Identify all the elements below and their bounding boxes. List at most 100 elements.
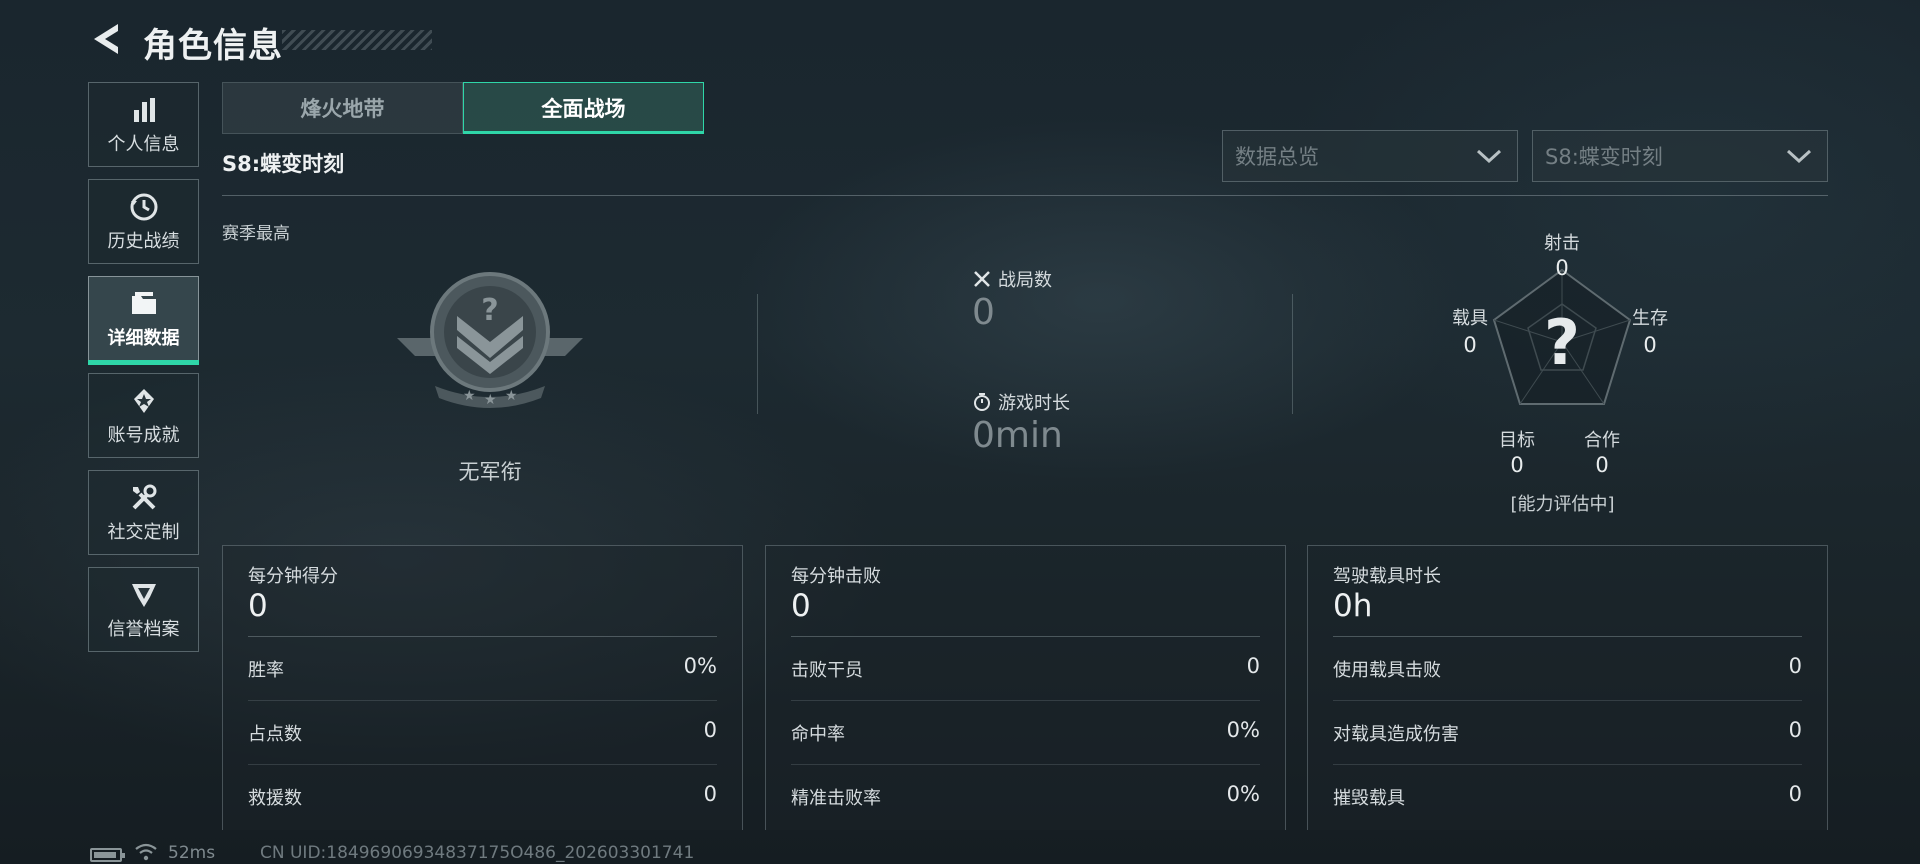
sidebar-item-label: 信誉档案 — [107, 618, 180, 640]
svg-text:★: ★ — [463, 388, 476, 404]
chevron-down-icon — [1476, 149, 1502, 164]
section-divider — [757, 294, 758, 414]
panel-head-label: 驾驶载具时长 — [1333, 566, 1441, 587]
season-title: S8:蝶变时刻 — [222, 152, 345, 176]
stat-row-value: 0% — [1226, 782, 1260, 806]
panel-head-value: 0h — [1333, 588, 1373, 624]
radar-survival-label: 生存 — [1632, 308, 1668, 329]
panel-divider — [1333, 700, 1802, 701]
radar-cooperation-value: 0 — [1595, 453, 1609, 477]
crossed-swords-icon — [974, 271, 990, 287]
stat-row-label: 命中率 — [791, 724, 845, 745]
matches-label: 战局数 — [972, 266, 1052, 292]
panel-head-value: 0 — [248, 588, 268, 624]
sidebar-item-achievements[interactable]: 账号成就 — [88, 373, 199, 458]
chevron-down-icon — [1786, 149, 1812, 164]
panel-divider — [791, 764, 1260, 765]
radar-vehicle-value: 0 — [1463, 333, 1477, 357]
tab-warzone[interactable]: 烽火地带 — [222, 82, 463, 134]
title-decoration — [282, 30, 432, 50]
panel-head-label: 每分钟得分 — [248, 566, 338, 587]
stat-row-label: 使用载具击败 — [1333, 660, 1441, 681]
radar-objective-label: 目标 — [1499, 430, 1535, 451]
data-view-dropdown-value: 数据总览 — [1235, 145, 1319, 169]
stat-row-label: 精准击败率 — [791, 788, 881, 809]
sidebar-item-label: 社交定制 — [107, 521, 180, 543]
user-uid: CN UID:18496906934837175O486_20260330174… — [260, 843, 695, 863]
folder-icon — [131, 291, 156, 314]
stat-row-value: 0 — [1788, 782, 1802, 806]
rank-unknown-mark: ? — [481, 293, 498, 328]
stat-row-label: 占点数 — [248, 724, 302, 745]
rank-name: 无军衔 — [458, 460, 522, 484]
sidebar-item-reputation[interactable]: 信誉档案 — [88, 567, 199, 652]
sidebar-item-label: 详细数据 — [107, 327, 180, 349]
section-divider — [1292, 294, 1293, 414]
bar-chart-icon — [133, 97, 155, 122]
panel-head-value: 0 — [791, 588, 811, 624]
radar-unknown-mark: ? — [1544, 306, 1580, 379]
stat-row-label: 摧毁载具 — [1333, 788, 1405, 809]
stat-row-label: 救援数 — [248, 788, 302, 809]
season-dropdown[interactable]: S8:蝶变时刻 — [1532, 130, 1828, 182]
stat-row-value: 0 — [703, 718, 717, 742]
panel-divider — [1333, 764, 1802, 765]
matches-value: 0 — [972, 292, 995, 333]
radar-status: [能力评估中] — [1510, 494, 1615, 515]
network-ping: 52ms — [168, 843, 216, 863]
stat-row-value: 0 — [703, 782, 717, 806]
matches-label-text: 战局数 — [998, 270, 1052, 291]
stat-row-label: 击败干员 — [791, 660, 863, 681]
combat-stats-panel: 每分钟击败 0 击败干员 0 命中率 0% 精准击败率 0% — [765, 545, 1286, 830]
radar-objective-value: 0 — [1510, 453, 1524, 477]
medal-icon — [133, 388, 154, 413]
panel-divider — [1333, 636, 1802, 637]
stat-row-value: 0% — [1226, 718, 1260, 742]
rank-badge-icon: ? ★ ★ ★ — [397, 272, 583, 408]
history-clock-icon — [130, 193, 157, 220]
panel-divider — [791, 700, 1260, 701]
radar-vehicle-label: 载具 — [1452, 308, 1488, 329]
wifi-icon — [135, 843, 157, 861]
data-view-dropdown[interactable]: 数据总览 — [1222, 130, 1518, 182]
panel-divider — [791, 636, 1260, 637]
stat-row-value: 0 — [1246, 654, 1260, 678]
stat-row-value: 0% — [683, 654, 717, 678]
playtime-value: 0min — [972, 415, 1063, 456]
tools-icon — [132, 484, 156, 509]
header-divider — [222, 195, 1828, 196]
back-arrow-icon[interactable] — [88, 20, 124, 58]
page-title: 角色信息 — [143, 26, 283, 66]
playtime-label: 游戏时长 — [972, 389, 1070, 415]
sidebar-item-social[interactable]: 社交定制 — [88, 470, 199, 555]
battery-icon — [90, 848, 125, 862]
svg-text:★: ★ — [505, 388, 518, 404]
season-dropdown-value: S8:蝶变时刻 — [1545, 145, 1663, 169]
radar-shooting-value: 0 — [1555, 256, 1569, 280]
stat-row-value: 0 — [1788, 654, 1802, 678]
radar-shooting-label: 射击 — [1544, 233, 1580, 254]
vehicle-stats-panel: 驾驶载具时长 0h 使用载具击败 0 对载具造成伤害 0 摧毁载具 0 — [1307, 545, 1828, 830]
stat-row-label: 对载具造成伤害 — [1333, 724, 1459, 745]
panel-head-label: 每分钟击败 — [791, 566, 881, 587]
panel-divider — [248, 636, 717, 637]
shield-emblem-icon — [131, 583, 156, 607]
sidebar-item-detailed-data[interactable]: 详细数据 — [88, 276, 199, 365]
sidebar-item-label: 账号成就 — [107, 424, 180, 446]
stat-row-value: 0 — [1788, 718, 1802, 742]
season-best-label: 赛季最高 — [222, 224, 290, 244]
sidebar-item-label: 历史战绩 — [107, 230, 180, 252]
tab-all-out-war[interactable]: 全面战场 — [463, 82, 704, 134]
score-stats-panel: 每分钟得分 0 胜率 0% 占点数 0 救援数 0 — [222, 545, 743, 830]
playtime-label-text: 游戏时长 — [998, 393, 1070, 414]
panel-divider — [248, 764, 717, 765]
sidebar-item-personal-info[interactable]: 个人信息 — [88, 82, 199, 167]
radar-survival-value: 0 — [1643, 333, 1657, 357]
sidebar-item-label: 个人信息 — [107, 133, 180, 155]
svg-text:★: ★ — [484, 392, 497, 408]
sidebar-item-history[interactable]: 历史战绩 — [88, 179, 199, 264]
radar-cooperation-label: 合作 — [1584, 430, 1620, 451]
ability-radar-chart: ? — [1492, 268, 1632, 405]
panel-divider — [248, 700, 717, 701]
stat-row-label: 胜率 — [248, 660, 284, 681]
